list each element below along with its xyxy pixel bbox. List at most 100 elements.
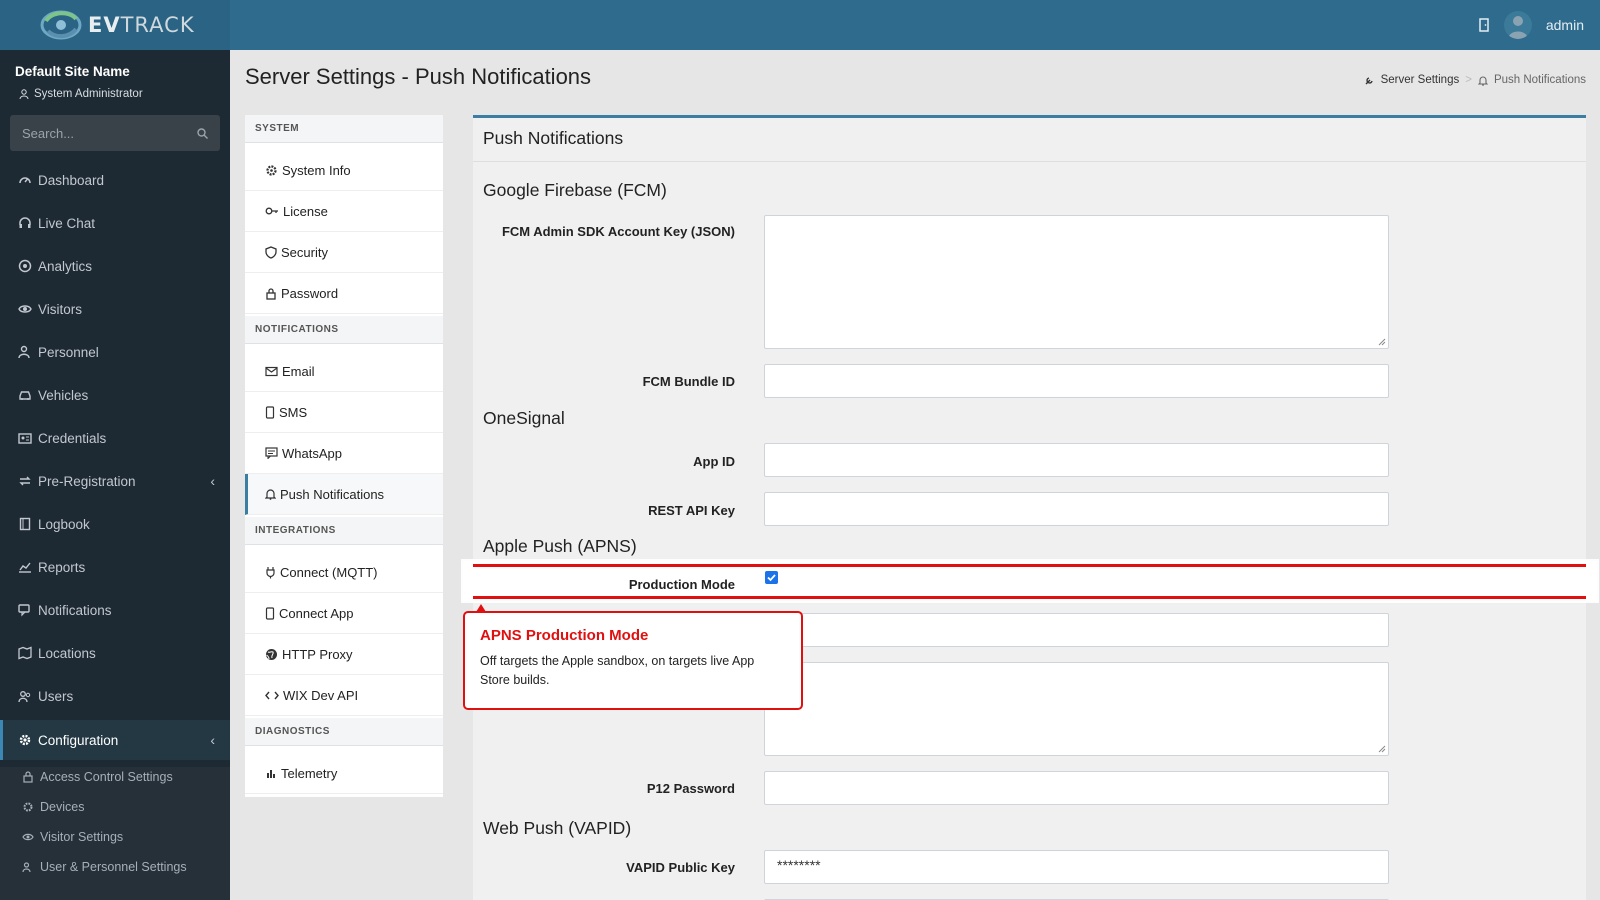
mobile-icon	[265, 606, 275, 620]
phone-icon	[265, 405, 275, 419]
chat-icon	[18, 604, 30, 617]
settings-nav-push-notifications[interactable]: Push Notifications	[245, 474, 443, 515]
settings-nav-wix-dev-api[interactable]: WIX Dev API	[245, 675, 443, 716]
main-sidebar: Default Site Name System Administrator S…	[0, 50, 230, 900]
push-notifications-card: Push Notifications Google Firebase (FCM)…	[473, 115, 1586, 900]
highlight-border-bottom	[473, 596, 1586, 599]
search-icon[interactable]	[197, 127, 208, 139]
car-icon	[19, 391, 31, 400]
settings-nav-security[interactable]: Security	[245, 232, 443, 273]
settings-nav-connect-mqtt[interactable]: Connect (MQTT)	[245, 552, 443, 593]
settings-nav-http-proxy[interactable]: HTTP Proxy	[245, 634, 443, 675]
user-role: System Administrator	[19, 88, 143, 100]
gear-icon	[23, 802, 33, 812]
sidebar-item-notifications[interactable]: Notifications	[0, 590, 230, 630]
sidebar-item-personnel[interactable]: Personnel	[0, 332, 230, 372]
message-icon	[265, 447, 278, 459]
gear-icon	[266, 164, 277, 176]
sidebar-item-visitors[interactable]: Visitors	[0, 289, 230, 329]
sidebar-item-locations[interactable]: Locations	[0, 633, 230, 673]
settings-nav-license[interactable]: License	[245, 191, 443, 232]
app-id-input[interactable]	[764, 443, 1389, 477]
tooltip-body: Off targets the Apple sandbox, on target…	[480, 654, 755, 687]
vapid-public-key-input[interactable]: ********	[764, 850, 1389, 884]
sidebar-subitem-user-personnel-settings[interactable]: User & Personnel Settings	[20, 852, 230, 882]
apns-field-input[interactable]	[764, 613, 1389, 647]
target-icon	[18, 259, 32, 273]
wrench-icon	[1365, 76, 1373, 84]
sidebar-subitem-visitor-settings[interactable]: Visitor Settings	[20, 822, 230, 852]
sidebar-item-live-chat[interactable]: Live Chat	[0, 203, 230, 243]
dashboard-icon	[19, 177, 31, 184]
page-title: Server Settings - Push Notifications	[245, 64, 592, 89]
breadcrumb-separator: >	[1465, 74, 1472, 86]
settings-nav-password[interactable]: Password	[245, 273, 443, 314]
chevron-left-icon[interactable]: ‹	[210, 473, 215, 489]
production-mode-checkbox[interactable]	[765, 571, 778, 584]
settings-group-diagnostics: DIAGNOSTICS	[245, 718, 443, 746]
fcm-key-label: FCM Admin SDK Account Key (JSON)	[501, 224, 735, 239]
fcm-key-textarea[interactable]	[764, 215, 1389, 349]
site-name: Default Site Name	[15, 64, 130, 79]
sidebar-item-users[interactable]: Users	[0, 676, 230, 716]
users-icon	[22, 862, 31, 873]
settings-nav-whatsapp[interactable]: WhatsApp	[245, 433, 443, 474]
resize-handle-icon[interactable]	[1378, 338, 1386, 346]
sidebar-subitem-access-control[interactable]: Access Control Settings	[20, 762, 230, 792]
fcm-bundle-input[interactable]	[764, 364, 1389, 398]
card-title: Push Notifications	[483, 128, 624, 148]
bell-icon	[265, 489, 276, 500]
user-icon	[19, 89, 29, 99]
eye-icon	[22, 833, 34, 841]
settings-group-integrations: INTEGRATIONS	[245, 517, 443, 545]
rest-api-key-label: REST API Key	[648, 503, 735, 518]
resize-handle-icon[interactable]	[1378, 745, 1386, 753]
headset-icon	[19, 217, 31, 228]
rest-api-key-input[interactable]	[764, 492, 1389, 526]
users-icon	[18, 691, 31, 703]
section-apns: Apple Push (APNS)	[483, 536, 637, 556]
sidebar-item-credentials[interactable]: Credentials	[0, 418, 230, 458]
bell-icon	[1477, 76, 1488, 86]
sidebar-item-analytics[interactable]: Analytics	[0, 246, 230, 286]
settings-nav-sms[interactable]: SMS	[245, 392, 443, 433]
sidebar-item-logbook[interactable]: Logbook	[0, 504, 230, 544]
production-mode-label: Production Mode	[628, 577, 735, 592]
checkmark-icon	[767, 574, 776, 582]
sidebar-item-vehicles[interactable]: Vehicles	[0, 375, 230, 415]
brand-logo[interactable]: EVTRACK	[0, 0, 230, 50]
gear-icon	[19, 734, 31, 746]
key-icon	[265, 207, 278, 215]
user-name[interactable]: admin	[1546, 17, 1584, 33]
brand-name: EVTRACK	[88, 13, 195, 37]
code-icon	[265, 691, 279, 699]
settings-group-notifications: NOTIFICATIONS	[245, 316, 443, 344]
settings-nav-email[interactable]: Email	[245, 351, 443, 392]
door-icon[interactable]	[1478, 18, 1490, 32]
apns-production-tooltip: APNS Production Mode Off targets the App…	[463, 611, 803, 710]
sidebar-item-dashboard[interactable]: Dashboard	[0, 160, 230, 200]
apns-textarea[interactable]	[764, 662, 1389, 756]
sidebar-search-input[interactable]: Search...	[10, 115, 220, 151]
vapid-public-key-label: VAPID Public Key	[626, 860, 735, 875]
settings-nav-system-info[interactable]: System Info	[245, 150, 443, 191]
p12-password-input[interactable]	[764, 771, 1389, 805]
chevron-left-icon[interactable]: ‹	[210, 732, 215, 748]
settings-nav-connect-app[interactable]: Connect App	[245, 593, 443, 634]
sidebar-subitem-devices[interactable]: Devices	[20, 792, 230, 822]
settings-nav-telemetry[interactable]: Telemetry	[245, 753, 443, 794]
lock-icon	[23, 771, 33, 783]
user-avatar[interactable]	[1503, 11, 1532, 39]
eye-icon	[18, 305, 32, 313]
bar-chart-icon	[267, 770, 275, 778]
sidebar-item-reports[interactable]: Reports	[0, 547, 230, 587]
map-icon	[18, 646, 32, 660]
sidebar-item-configuration[interactable]: Configuration ‹	[0, 720, 230, 760]
book-icon	[19, 517, 31, 531]
swap-icon	[19, 476, 31, 486]
user-tie-icon	[18, 345, 30, 359]
top-navbar: EVTRACK admin	[0, 0, 1600, 50]
sidebar-item-pre-registration[interactable]: Pre-Registration ‹	[0, 461, 230, 501]
breadcrumb-server-settings[interactable]: Server Settings	[1381, 74, 1460, 86]
id-card-icon	[18, 433, 32, 444]
